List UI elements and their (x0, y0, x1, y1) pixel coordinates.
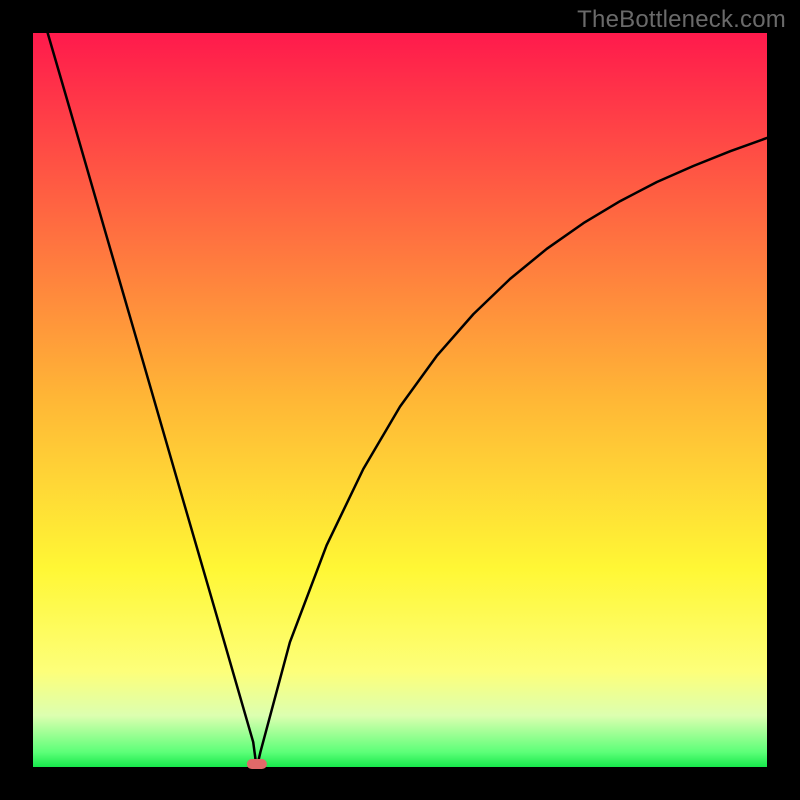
watermark-text: TheBottleneck.com (577, 6, 786, 34)
optimal-marker (247, 759, 267, 769)
chart-container: TheBottleneck.com (0, 0, 800, 800)
bottleneck-chart (0, 0, 800, 800)
chart-plot-bg (33, 33, 767, 767)
